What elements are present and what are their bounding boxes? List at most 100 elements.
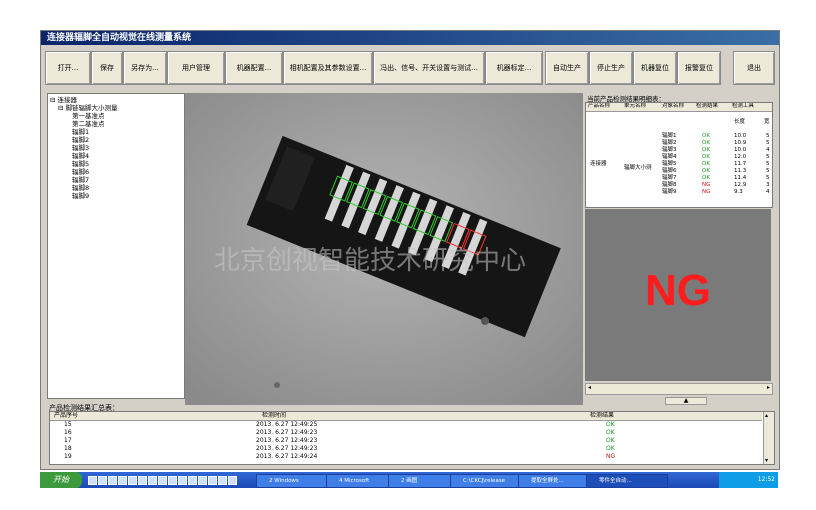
taskbar-item[interactable]: C:\CKCJ\release xyxy=(450,474,526,488)
object-extra: 5 xyxy=(766,168,770,174)
quick-launch-icon[interactable] xyxy=(228,476,237,485)
quick-launch-icon[interactable] xyxy=(128,476,137,485)
tree-item[interactable]: 辐脚4 xyxy=(72,152,89,160)
row-result: OK xyxy=(606,429,615,436)
quick-launch-icon[interactable] xyxy=(208,476,217,485)
tree-item[interactable]: 辐脚9 xyxy=(72,192,89,200)
taskbar-item[interactable]: 2 画图 xyxy=(388,474,458,488)
quick-launch-icon[interactable] xyxy=(218,476,227,485)
object-length: 10.0 xyxy=(734,133,747,139)
row-time: 2013. 6.27 12:49:23 xyxy=(256,445,318,452)
object-extra: 4 xyxy=(766,147,770,153)
user-management-button[interactable]: 用户管理 xyxy=(167,51,225,85)
object-result: OK xyxy=(702,175,710,181)
row-result: OK xyxy=(606,437,615,444)
result-detail-table: 产品名称 单元名称 对象名称 检测结果 检测工具 长度 宽 连接器 辐脚大小测 … xyxy=(585,102,773,208)
object-length: 9.3 xyxy=(734,189,743,195)
start-button[interactable]: 开始 xyxy=(40,472,82,488)
horizontal-scrollbar[interactable]: ◂ ▸ xyxy=(585,383,773,395)
quick-launch-icon[interactable] xyxy=(118,476,127,485)
object-length: 11.4 xyxy=(734,175,747,181)
unit-name: 辐脚大小测 xyxy=(624,165,652,171)
watermark-text: 北京创视智能技术研究中心 xyxy=(214,246,527,276)
object-name: 辐脚1 xyxy=(662,133,677,139)
row-time: 2013. 6.27 12:49:25 xyxy=(256,421,318,428)
row-time: 2013. 6.27 12:49:24 xyxy=(256,453,318,460)
quick-launch-icon[interactable] xyxy=(178,476,187,485)
machine-config-button[interactable]: 机器配置... xyxy=(225,51,283,85)
header-object: 对象名称 xyxy=(662,103,685,109)
object-extra: 5 xyxy=(766,133,770,139)
tree-item[interactable]: 辐脚1 xyxy=(72,128,89,136)
header-time: 检测时间 xyxy=(262,412,287,419)
taskbar-item[interactable]: 2 Windows xyxy=(256,474,334,488)
tree-item[interactable]: 辐脚5 xyxy=(72,160,89,168)
open-button[interactable]: 打开... xyxy=(45,51,91,85)
row-serial: 16 xyxy=(64,429,72,436)
save-button[interactable]: 保存 xyxy=(91,51,123,85)
save-as-button[interactable]: 另存为... xyxy=(123,51,167,85)
object-length: 12.0 xyxy=(734,154,747,160)
product-name: 连接器 xyxy=(590,161,607,167)
tree-item[interactable]: 第一基准点 xyxy=(72,112,105,120)
object-extra: 4 xyxy=(766,189,770,195)
tree-item[interactable]: 第二基准点 xyxy=(72,120,105,128)
object-length: 11.3 xyxy=(734,168,747,174)
header-result: 检测结果 xyxy=(696,103,719,109)
auto-production-button[interactable]: 自动生产 xyxy=(545,51,589,85)
taskbar-item[interactable]: 提取全屏处... xyxy=(518,474,594,488)
tree-item[interactable]: 辐脚6 xyxy=(72,168,89,176)
alarm-reset-button[interactable]: 报警复位 xyxy=(677,51,721,85)
quick-launch-icon[interactable] xyxy=(138,476,147,485)
exit-button[interactable]: 退出 xyxy=(733,51,775,85)
status-text: NG xyxy=(645,266,711,315)
object-name: 辐脚7 xyxy=(662,175,677,181)
row-serial: 18 xyxy=(64,445,72,452)
taskbar-item[interactable]: 4 Microsoft xyxy=(326,474,396,488)
tree-item[interactable]: 辐脚7 xyxy=(72,176,89,184)
io-signal-test-button[interactable]: 冯出、信号、开关设置与测试... xyxy=(373,51,485,85)
quick-launch-icon[interactable] xyxy=(148,476,157,485)
subheader-width: 宽 xyxy=(764,119,770,125)
tree-root[interactable]: ⊟ 连接器 xyxy=(50,96,77,104)
header-product: 产品名称 xyxy=(588,103,611,109)
scroll-down-icon[interactable]: ▾ xyxy=(765,457,768,464)
tree-item[interactable]: 辐脚8 xyxy=(72,184,89,192)
status-display: NG xyxy=(585,209,771,381)
object-result: OK xyxy=(702,147,710,153)
camera-config-button[interactable]: 相机配置及其参数设置... xyxy=(283,51,373,85)
stop-production-button[interactable]: 停止生产 xyxy=(589,51,633,85)
row-serial: 19 xyxy=(64,453,72,460)
quick-launch-icon[interactable] xyxy=(88,476,97,485)
window-title: 连接器辐脚全自动视觉在线测量系统 xyxy=(41,31,779,45)
quick-launch-icon[interactable] xyxy=(108,476,117,485)
row-result: NG xyxy=(606,453,616,460)
row-time: 2013. 6.27 12:49:23 xyxy=(256,437,318,444)
vertical-scrollbar[interactable]: ▴ ▾ xyxy=(763,412,774,464)
taskbar: 开始 2 Windows 4 Microsoft 2 画图 C:\CKCJ\re… xyxy=(40,472,778,488)
header-result: 检测结果 xyxy=(590,412,615,419)
clock[interactable]: 12:52 xyxy=(758,476,775,483)
summary-table: 产品序号 检测时间 检测结果 15 2013. 6.27 12:49:25 OK… xyxy=(49,411,775,465)
panel-splitter-handle[interactable]: ▲ xyxy=(665,397,707,405)
machine-reset-button[interactable]: 机器复位 xyxy=(633,51,677,85)
header-unit: 单元名称 xyxy=(624,103,647,109)
quick-launch-icon[interactable] xyxy=(98,476,107,485)
machine-calibration-button[interactable]: 机器标定... xyxy=(485,51,543,85)
row-serial: 15 xyxy=(64,421,72,428)
object-name: 辐脚9 xyxy=(662,189,677,195)
tree-item[interactable]: 辐脚2 xyxy=(72,136,89,144)
quick-launch-icon[interactable] xyxy=(198,476,207,485)
scroll-left-icon[interactable]: ◂ xyxy=(588,384,591,391)
tree-group[interactable]: ⊟ 脚链辐脚大小测量 xyxy=(58,104,118,112)
quick-launch-icon[interactable] xyxy=(168,476,177,485)
taskbar-item-active[interactable]: 零件全自动... xyxy=(586,474,668,488)
scroll-up-icon[interactable]: ▴ xyxy=(765,412,768,419)
scroll-right-icon[interactable]: ▸ xyxy=(767,384,770,391)
tree-item[interactable]: 辐脚3 xyxy=(72,144,89,152)
object-tree: ⊟ 连接器 ⊟ 脚链辐脚大小测量 第一基准点 第二基准点 辐脚1 辐脚2 辐脚3… xyxy=(47,93,185,399)
quick-launch-icon[interactable] xyxy=(158,476,167,485)
object-result: OK xyxy=(702,154,710,160)
quick-launch-icon[interactable] xyxy=(188,476,197,485)
object-name: 辐脚2 xyxy=(662,140,677,146)
